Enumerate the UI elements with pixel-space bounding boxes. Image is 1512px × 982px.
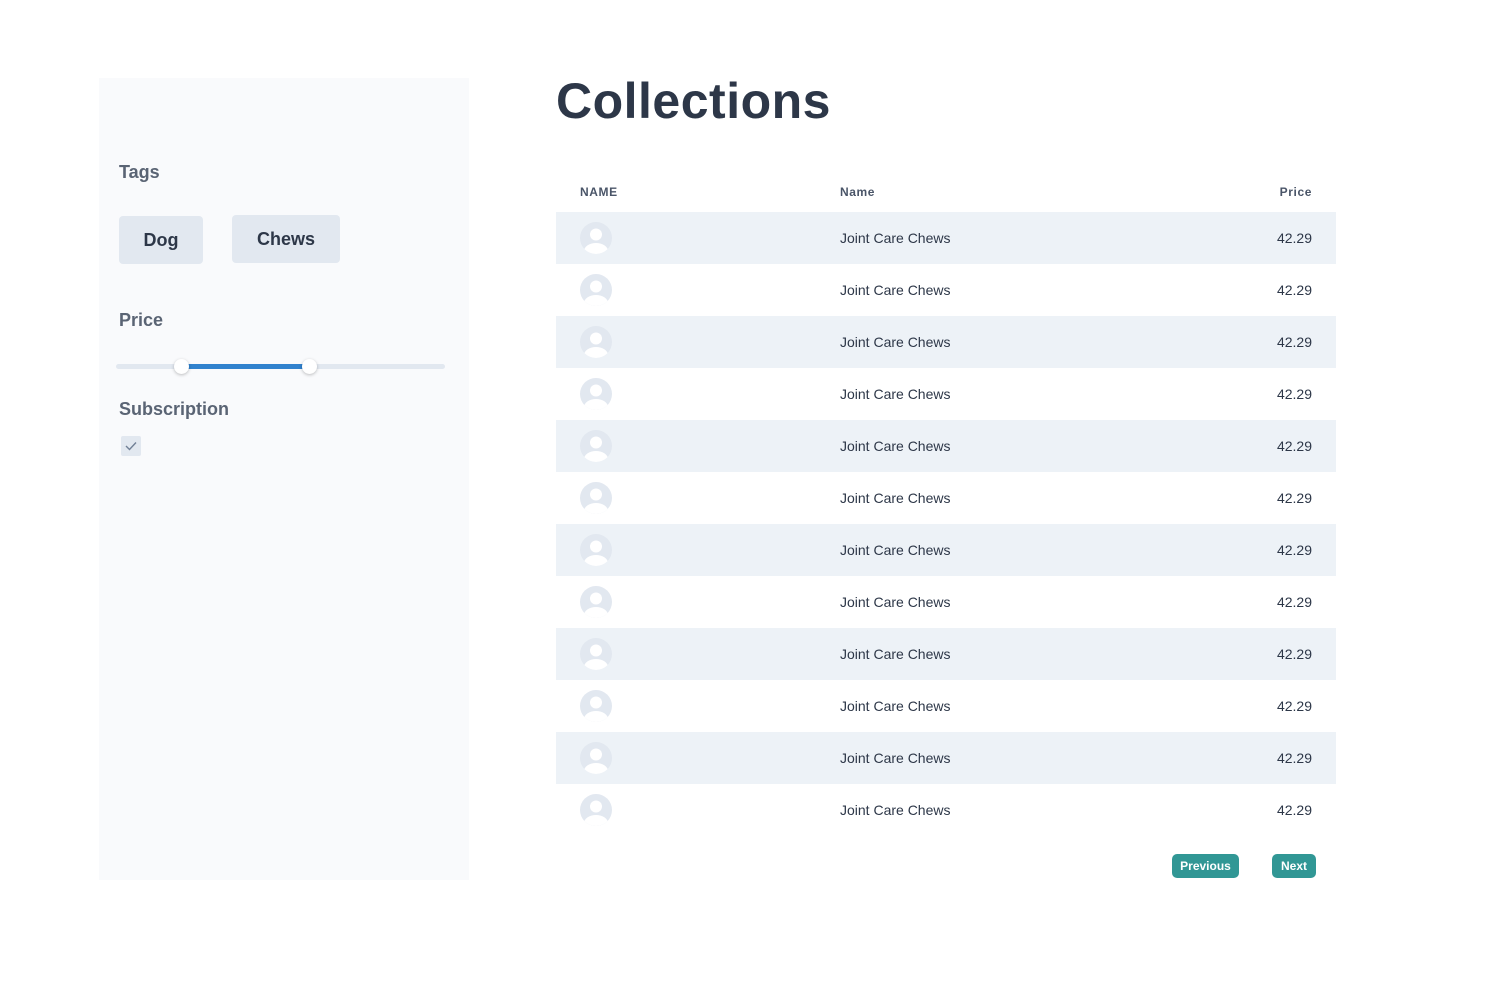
price-max-thumb[interactable] [302, 359, 318, 374]
user-icon [580, 378, 612, 410]
table-row[interactable]: Joint Care Chews 42.29 [556, 576, 1336, 628]
user-icon [580, 690, 612, 722]
product-price: 42.29 [1276, 698, 1312, 714]
product-price: 42.29 [1276, 594, 1312, 610]
table-row[interactable]: Joint Care Chews 42.29 [556, 316, 1336, 368]
product-name: Joint Care Chews [840, 282, 951, 298]
table-body: Joint Care Chews 42.29 Joint Care Chews 42.… [556, 212, 1336, 836]
product-price: 42.29 [1276, 334, 1312, 350]
product-name: Joint Care Chews [840, 334, 951, 350]
user-icon [580, 638, 612, 670]
product-name: Joint Care Chews [840, 802, 951, 818]
user-icon [580, 326, 612, 358]
table-row[interactable]: Joint Care Chews 42.29 [556, 368, 1336, 420]
price-range-slider[interactable] [116, 359, 445, 374]
product-name: Joint Care Chews [840, 594, 951, 610]
product-name: Joint Care Chews [840, 386, 951, 402]
product-price: 42.29 [1276, 490, 1312, 506]
price-heading: Price [119, 310, 164, 330]
filter-sidebar: Tags Dog Chews Price Subscription [99, 78, 469, 880]
user-icon [580, 482, 612, 514]
tag-dog[interactable]: Dog [119, 216, 203, 264]
subscription-heading: Subscription [119, 399, 230, 419]
product-name: Joint Care Chews [840, 230, 951, 246]
table-row[interactable]: Joint Care Chews 42.29 [556, 264, 1336, 316]
user-icon [580, 794, 612, 826]
product-price: 42.29 [1276, 802, 1312, 818]
column-header-name[interactable]: Name [840, 185, 875, 199]
user-icon [580, 430, 612, 462]
collections-table: NAME Name Price Joint Care Chews 42.29 Joi… [556, 172, 1336, 836]
table-row[interactable]: Joint Care Chews 42.29 [556, 212, 1336, 264]
subscription-checkbox[interactable] [121, 436, 141, 456]
table-header: NAME Name Price [556, 172, 1336, 212]
table-row[interactable]: Joint Care Chews 42.29 [556, 732, 1336, 784]
product-name: Joint Care Chews [840, 438, 951, 454]
product-name: Joint Care Chews [840, 542, 951, 558]
price-min-thumb[interactable] [173, 359, 189, 374]
product-name: Joint Care Chews [840, 646, 951, 662]
product-price: 42.29 [1276, 282, 1312, 298]
user-icon [580, 222, 612, 254]
product-name: Joint Care Chews [840, 490, 951, 506]
table-row[interactable]: Joint Care Chews 42.29 [556, 680, 1336, 732]
tags-heading: Tags [119, 162, 160, 182]
product-price: 42.29 [1276, 750, 1312, 766]
user-icon [580, 534, 612, 566]
product-price: 42.29 [1276, 230, 1312, 246]
price-range-fill [181, 364, 311, 369]
column-header-price[interactable]: Price [1280, 185, 1312, 199]
product-price: 42.29 [1276, 542, 1312, 558]
product-price: 42.29 [1276, 438, 1312, 454]
table-row[interactable]: Joint Care Chews 42.29 [556, 628, 1336, 680]
product-name: Joint Care Chews [840, 750, 951, 766]
check-icon [125, 442, 137, 451]
user-icon [580, 586, 612, 618]
product-name: Joint Care Chews [840, 698, 951, 714]
user-icon [580, 742, 612, 774]
table-row[interactable]: Joint Care Chews 42.29 [556, 524, 1336, 576]
table-row[interactable]: Joint Care Chews 42.29 [556, 420, 1336, 472]
table-row[interactable]: Joint Care Chews 42.29 [556, 472, 1336, 524]
user-icon [580, 274, 612, 306]
previous-button[interactable]: Previous [1172, 854, 1239, 878]
column-header-avatar[interactable]: NAME [580, 185, 618, 199]
page-title: Collections [556, 73, 831, 129]
product-price: 42.29 [1276, 386, 1312, 402]
product-price: 42.29 [1276, 646, 1312, 662]
next-button[interactable]: Next [1272, 854, 1316, 878]
tag-chews[interactable]: Chews [232, 215, 340, 263]
table-row[interactable]: Joint Care Chews 42.29 [556, 784, 1336, 836]
